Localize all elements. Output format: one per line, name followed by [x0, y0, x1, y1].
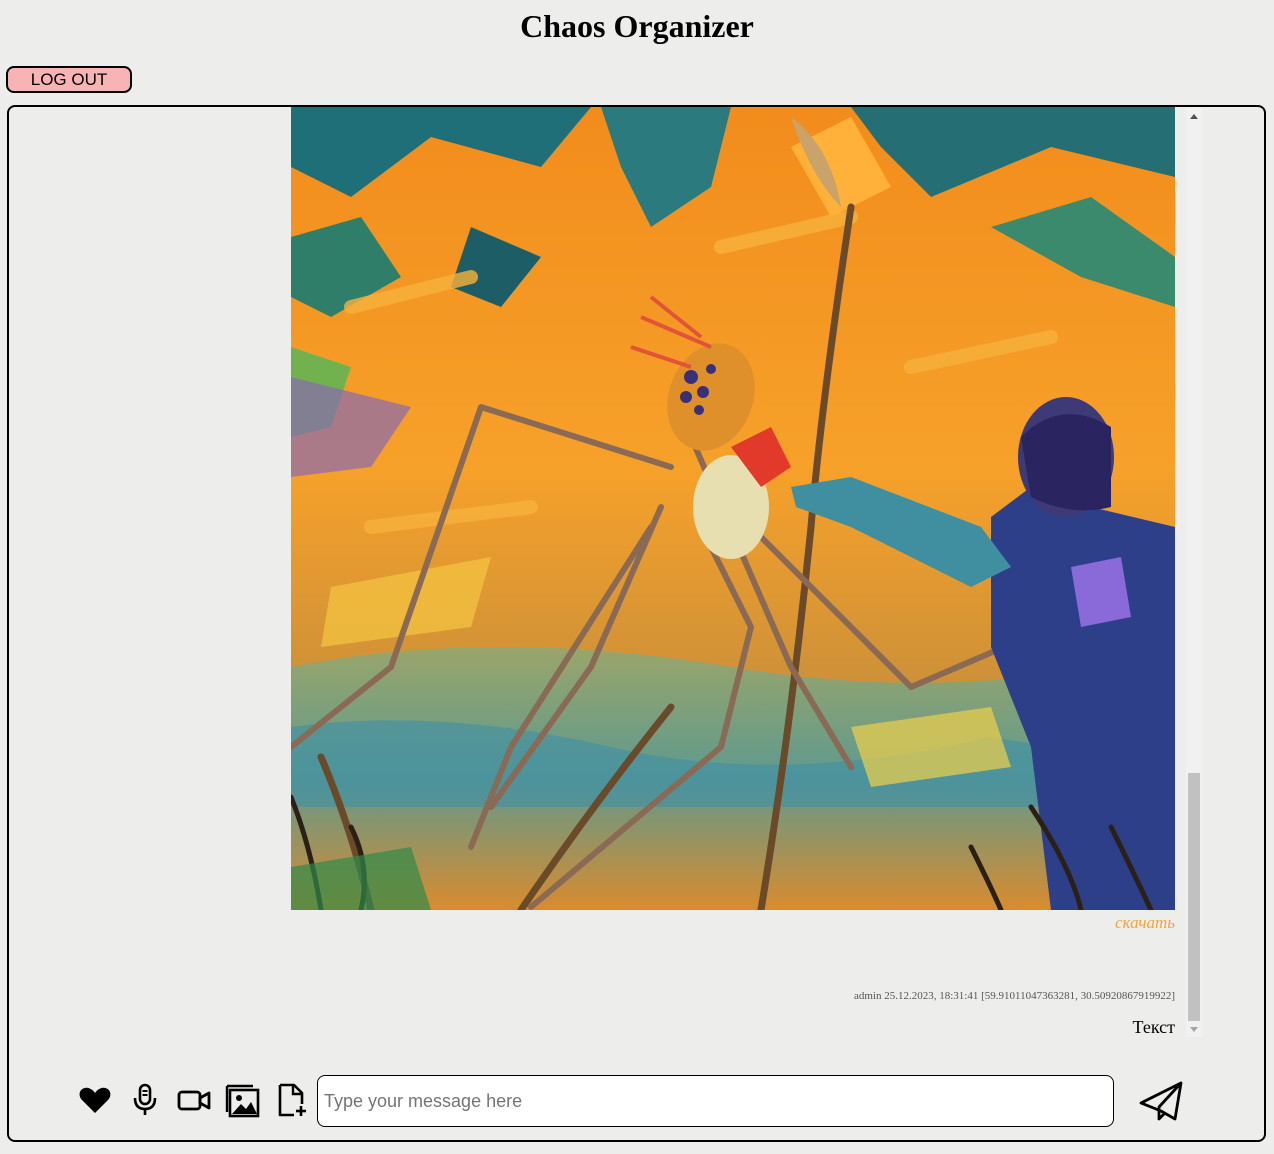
send-icon[interactable] [1137, 1077, 1187, 1125]
scroll-down-arrow-icon[interactable] [1190, 1027, 1198, 1032]
message-list-scrollbar[interactable] [1186, 107, 1202, 1037]
chat-container: скачать admin 25.12.2023, 18:31:41 [59.9… [7, 105, 1266, 1142]
page-title: Chaos Organizer [520, 8, 754, 44]
logout-button[interactable]: LOG OUT [6, 66, 132, 93]
message-list: скачать admin 25.12.2023, 18:31:41 [59.9… [9, 107, 1202, 1042]
message-meta: admin 25.12.2023, 18:31:41 [59.910110473… [853, 990, 1175, 1002]
microphone-icon[interactable] [127, 1082, 163, 1118]
heart-icon[interactable] [77, 1082, 113, 1118]
scroll-up-arrow-icon[interactable] [1190, 114, 1198, 119]
message-input[interactable] [317, 1075, 1114, 1127]
message-text: Текст [1132, 1017, 1175, 1037]
message-image[interactable] [291, 107, 1175, 910]
scroll-thumb[interactable] [1188, 773, 1200, 1021]
video-camera-icon[interactable] [176, 1082, 212, 1118]
file-add-icon[interactable] [274, 1082, 310, 1118]
image-icon[interactable] [225, 1082, 261, 1118]
download-link[interactable]: скачать [1115, 913, 1175, 933]
